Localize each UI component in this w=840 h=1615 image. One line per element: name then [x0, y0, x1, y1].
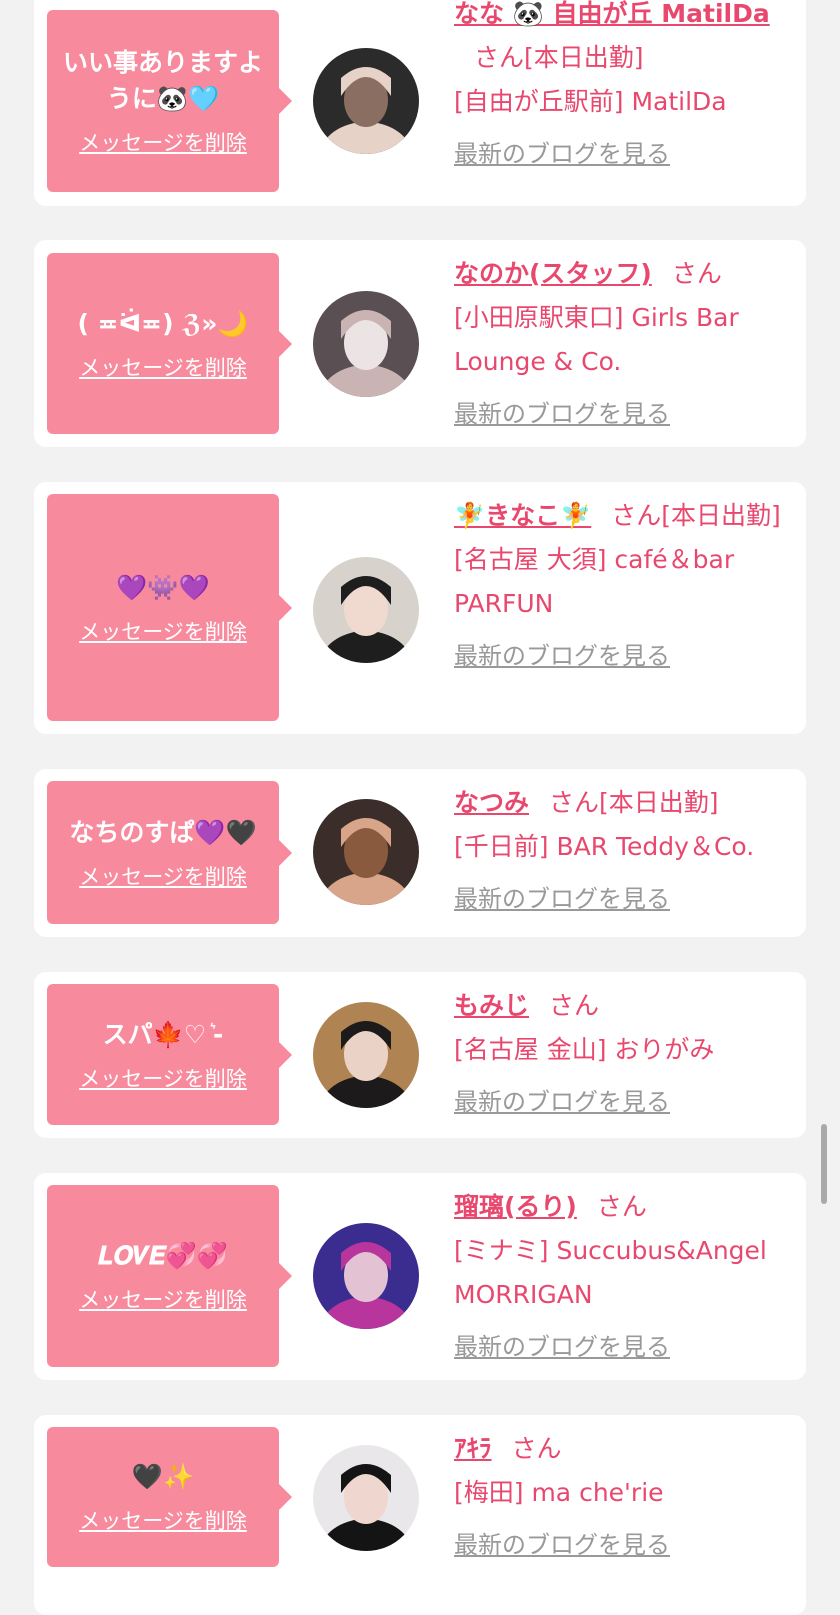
latest-blog-link[interactable]: 最新のブログを見る	[454, 634, 670, 678]
delete-message-link[interactable]: メッセージを削除	[79, 1063, 247, 1093]
store-name: [千日前] BAR Teddy＆Co.	[454, 832, 755, 861]
cast-heading: もみじ さん	[454, 984, 796, 1028]
latest-blog-link[interactable]: 最新のブログを見る	[454, 877, 670, 921]
honorific: さん	[611, 501, 662, 530]
delete-message-link[interactable]: メッセージを削除	[79, 1505, 247, 1535]
work-status: [本日出勤]	[599, 788, 719, 817]
avatar[interactable]	[313, 48, 419, 154]
cast-name-link[interactable]: ｱｷﾗ	[454, 1434, 492, 1463]
message-bubble: いい事ありますように🐼🩵 メッセージを削除	[47, 10, 292, 192]
cast-info: 瑠璃(るり) さん [ミナミ] Succubus&Angel MORRIGAN 最新の…	[454, 1185, 796, 1369]
honorific: さん	[474, 43, 525, 72]
cast-name-link[interactable]: 瑠璃(るり)	[454, 1192, 577, 1221]
cast-name-link[interactable]: なつみ	[454, 788, 529, 817]
cast-heading: なのか(スタッフ) さん	[454, 252, 796, 296]
message-text: 🖤✨	[131, 1462, 195, 1491]
message-card: 🖤✨ メッセージを削除 ｱｷﾗ さん [梅田] ma che'rie 最新のブログを見る	[34, 1415, 806, 1615]
avatar[interactable]	[313, 1223, 419, 1329]
message-text: ( ≖ᐛ≖) ℨ»🌙	[77, 308, 249, 338]
latest-blog-link[interactable]: 最新のブログを見る	[454, 132, 670, 176]
honorific: さん	[596, 1192, 647, 1221]
message-bubble: 🖤✨ メッセージを削除	[47, 1427, 292, 1567]
avatar[interactable]	[313, 1002, 419, 1108]
message-card: ( ≖ᐛ≖) ℨ»🌙 メッセージを削除 なのか(スタッフ) さん [小田原駅東口] Gi…	[34, 240, 806, 447]
delete-message-link[interactable]: メッセージを削除	[79, 616, 247, 646]
work-status: [本日出勤]	[661, 501, 781, 530]
cast-heading: ｱｷﾗ さん	[454, 1427, 796, 1471]
honorific: さん	[549, 991, 600, 1020]
latest-blog-link[interactable]: 最新のブログを見る	[454, 1325, 670, 1369]
cast-info: なな 🐼 自由が丘 MatilDa さん[本日出勤] [自由が丘駅前] MatilD…	[454, 0, 796, 176]
cast-info: もみじ さん [名古屋 金山] おりがみ最新のブログを見る	[454, 984, 796, 1124]
cast-heading: 🧚きなこ🧚 さん[本日出勤]	[454, 494, 796, 538]
honorific: さん	[511, 1434, 562, 1463]
message-bubble: ( ≖ᐛ≖) ℨ»🌙 メッセージを削除	[47, 253, 292, 434]
cast-info: なのか(スタッフ) さん [小田原駅東口] Girls Bar Lounge & C…	[454, 252, 796, 436]
message-text: いい事ありますように🐼🩵	[62, 48, 263, 113]
avatar[interactable]	[313, 557, 419, 663]
message-bubble: なちのすぱ💜🖤 メッセージを削除	[47, 781, 292, 924]
store-name: [ミナミ] Succubus&Angel MORRIGAN	[454, 1236, 767, 1309]
message-text: 𝑳𝑶𝑽𝑬💞💞	[98, 1241, 228, 1270]
delete-message-link[interactable]: メッセージを削除	[79, 1284, 247, 1314]
message-card: いい事ありますように🐼🩵 メッセージを削除 なな 🐼 自由が丘 MatilDaさん[…	[34, 0, 806, 206]
avatar[interactable]	[313, 291, 419, 397]
cast-info: なつみ さん[本日出勤] [千日前] BAR Teddy＆Co. 最新のブログを見る	[454, 781, 796, 921]
latest-blog-link[interactable]: 最新のブログを見る	[454, 1523, 670, 1567]
store-name: [小田原駅東口] Girls Bar Lounge & Co.	[454, 303, 739, 376]
message-text: 💜👾💜	[116, 572, 210, 602]
delete-message-link[interactable]: メッセージを削除	[79, 352, 247, 382]
cast-name-link[interactable]: もみじ	[454, 991, 529, 1020]
avatar[interactable]	[313, 799, 419, 905]
message-card: スパ🍁♡ ͛- メッセージを削除 もみじ さん [名古屋 金山] おりがみ最新のブログを…	[34, 972, 806, 1138]
cast-name-link[interactable]: なな 🐼 自由が丘 MatilDa	[454, 0, 770, 28]
cast-heading: なつみ さん[本日出勤]	[454, 781, 796, 825]
message-text: なちのすぱ💜🖤	[69, 817, 257, 847]
cast-info: ｱｷﾗ さん [梅田] ma che'rie 最新のブログを見る	[454, 1427, 796, 1567]
message-card: なちのすぱ💜🖤 メッセージを削除 なつみ さん[本日出勤] [千日前] BAR Tedd…	[34, 769, 806, 937]
delete-message-link[interactable]: メッセージを削除	[79, 127, 247, 157]
cast-heading: なな 🐼 自由が丘 MatilDa さん[本日出勤]	[454, 0, 796, 80]
cast-name-link[interactable]: なのか(スタッフ)	[454, 259, 652, 288]
delete-message-link[interactable]: メッセージを削除	[79, 861, 247, 891]
store-name: [名古屋 金山] おりがみ	[454, 1035, 715, 1064]
message-bubble: 💜👾💜 メッセージを削除	[47, 494, 292, 721]
store-name: [名古屋 大須] café＆bar PARFUN	[454, 545, 735, 618]
message-card: 💜👾💜 メッセージを削除 🧚きなこ🧚 さん[本日出勤] [名古屋 大須] café＆ba…	[34, 482, 806, 734]
work-status: [本日出勤]	[524, 43, 644, 72]
honorific: さん	[671, 259, 722, 288]
cast-heading: 瑠璃(るり) さん	[454, 1185, 796, 1229]
message-bubble: 𝑳𝑶𝑽𝑬💞💞 メッセージを削除	[47, 1185, 292, 1367]
message-text: スパ🍁♡ ͛-	[102, 1019, 224, 1049]
message-bubble: スパ🍁♡ ͛- メッセージを削除	[47, 984, 292, 1125]
scrollbar[interactable]	[821, 1124, 827, 1204]
store-name: [梅田] ma che'rie	[454, 1478, 664, 1507]
latest-blog-link[interactable]: 最新のブログを見る	[454, 1080, 670, 1124]
latest-blog-link[interactable]: 最新のブログを見る	[454, 392, 670, 436]
honorific: さん	[549, 788, 600, 817]
message-list: いい事ありますように🐼🩵 メッセージを削除 なな 🐼 自由が丘 MatilDaさん[…	[0, 0, 840, 1615]
cast-name-link[interactable]: 🧚きなこ🧚	[454, 501, 591, 530]
store-name: [自由が丘駅前] MatilDa	[454, 87, 727, 116]
cast-info: 🧚きなこ🧚 さん[本日出勤] [名古屋 大須] café＆bar PARFUN 最新の…	[454, 494, 796, 678]
avatar[interactable]	[313, 1445, 419, 1551]
message-card: 𝑳𝑶𝑽𝑬💞💞 メッセージを削除 瑠璃(るり) さん [ミナミ] Succubus&Ang…	[34, 1173, 806, 1380]
